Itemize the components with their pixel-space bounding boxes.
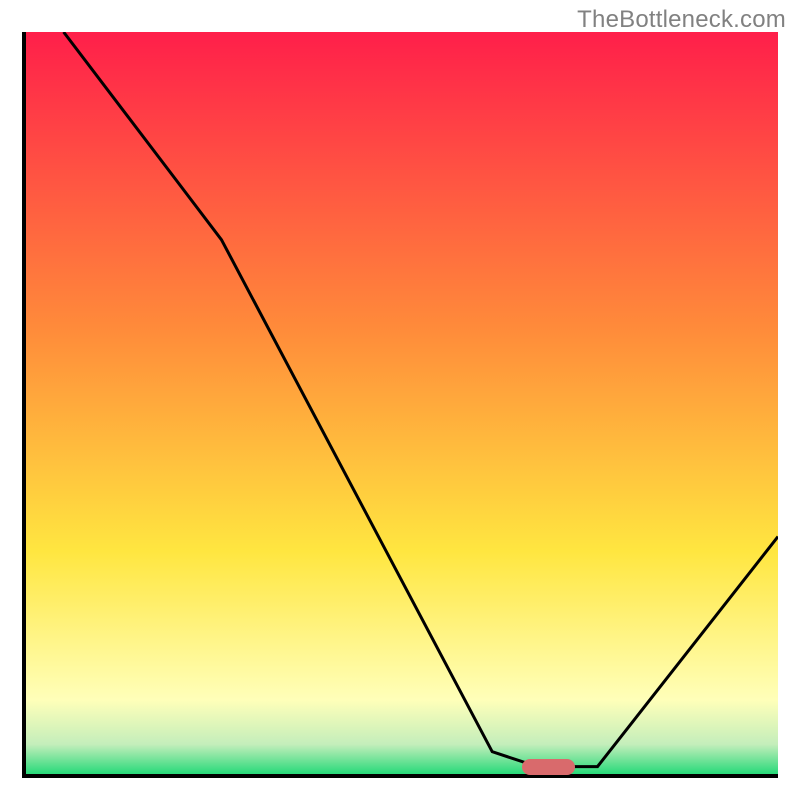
optimal-marker — [522, 759, 575, 775]
chart-plot — [26, 32, 778, 774]
chart-container: TheBottleneck.com — [0, 0, 800, 800]
gradient-background — [26, 32, 778, 774]
watermark-text: TheBottleneck.com — [577, 6, 786, 34]
